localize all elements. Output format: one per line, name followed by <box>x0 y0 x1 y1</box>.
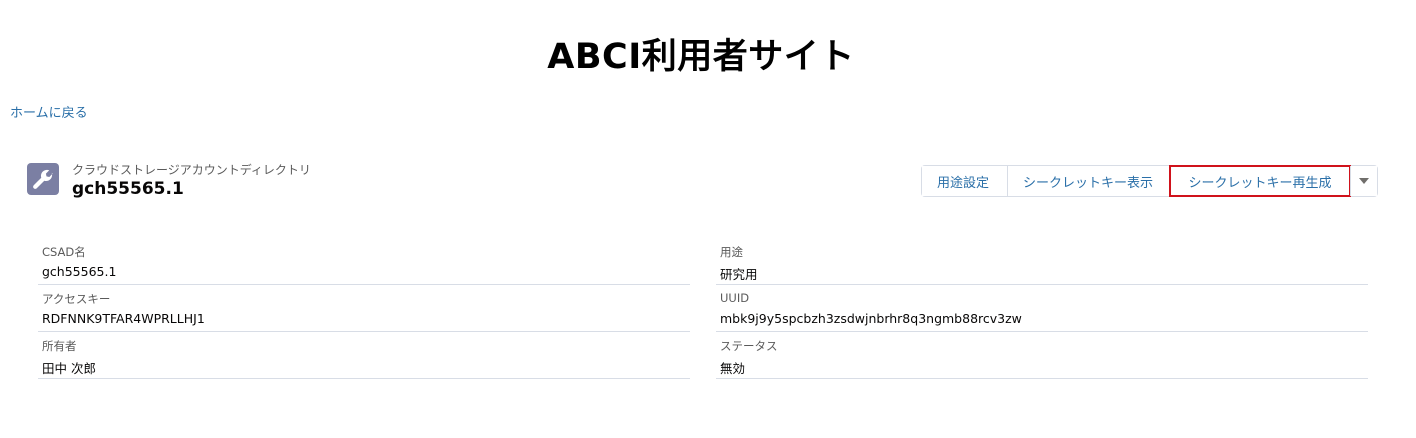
site-title: ABCI利用者サイト <box>547 37 855 77</box>
field-label: CSAD名 <box>42 245 86 259</box>
regenerate-secret-key-button[interactable]: シークレットキー再生成 <box>1169 165 1351 197</box>
field-purpose: 用途 研究用 <box>716 240 1368 285</box>
field-label: アクセスキー <box>42 292 111 306</box>
wrench-icon <box>27 163 59 195</box>
record-header: クラウドストレージアカウントディレクトリ gch55565.1 <box>27 162 311 200</box>
field-value: gch55565.1 <box>42 264 117 279</box>
field-owner: 所有者 田中 次郎 <box>38 334 690 379</box>
record-name: gch55565.1 <box>72 179 184 199</box>
field-value: 研究用 <box>720 267 758 282</box>
field-access-key: アクセスキー RDFNNK9TFAR4WPRLLHJ1 <box>38 287 690 332</box>
field-label: ステータス <box>720 339 778 353</box>
field-label: 所有者 <box>42 339 77 353</box>
show-secret-key-button[interactable]: シークレットキー表示 <box>1008 166 1170 196</box>
record-type-label: クラウドストレージアカウントディレクトリ <box>72 163 311 177</box>
field-status: ステータス 無効 <box>716 334 1368 379</box>
field-label: 用途 <box>720 245 743 259</box>
chevron-down-icon <box>1359 178 1369 184</box>
field-uuid: UUID mbk9j9y5spcbzh3zsdwjnbrhr8q3ngmb88r… <box>716 287 1368 332</box>
field-value: 無効 <box>720 361 746 376</box>
field-value: RDFNNK9TFAR4WPRLLHJ1 <box>42 311 205 326</box>
more-actions-button[interactable] <box>1350 166 1377 196</box>
home-link[interactable]: ホームに戻る <box>10 102 88 121</box>
field-value: mbk9j9y5spcbzh3zsdwjnbrhr8q3ngmb88rcv3zw <box>720 311 1022 326</box>
purpose-setting-button[interactable]: 用途設定 <box>922 166 1008 196</box>
field-value: 田中 次郎 <box>42 361 96 376</box>
field-csad-name: CSAD名 gch55565.1 <box>38 240 690 285</box>
action-button-group: 用途設定 シークレットキー表示 シークレットキー再生成 <box>921 165 1378 197</box>
field-label: UUID <box>720 291 750 305</box>
